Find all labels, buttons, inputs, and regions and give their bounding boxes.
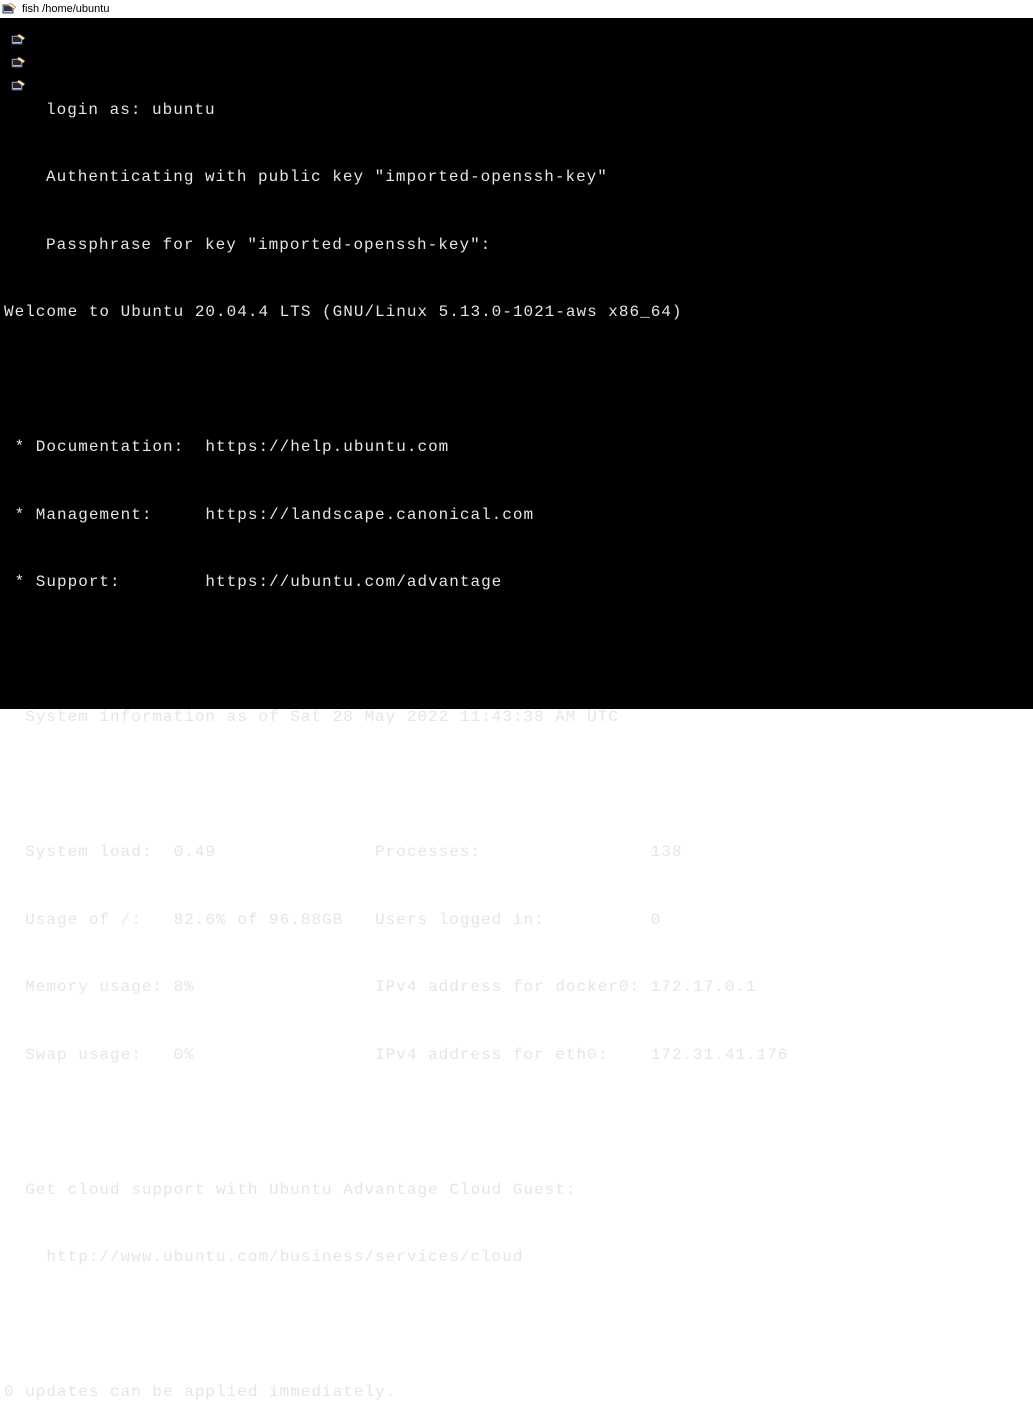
terminal-area[interactable]: login as: ubuntu Authenticating with pub… (0, 19, 1033, 709)
session-icons (10, 32, 28, 94)
window-title: fish /home/ubuntu (22, 3, 109, 15)
putty-icon (2, 1, 18, 17)
cloud-line: Get cloud support with Ubuntu Advantage … (0, 1179, 1033, 1202)
auth-line: Authenticating with public key "imported… (0, 166, 1033, 189)
blank-line (0, 1314, 1033, 1337)
cloud-url: http://www.ubuntu.com/business/services/… (0, 1246, 1033, 1269)
sysinfo-row: System load: 0.49 Processes: 138 (0, 841, 1033, 864)
support-link: * Support: https://ubuntu.com/advantage (0, 571, 1033, 594)
sysinfo-row: Swap usage: 0% IPv4 address for eth0: 17… (0, 1044, 1033, 1067)
computer-icon (10, 32, 28, 48)
window-titlebar: fish /home/ubuntu (0, 0, 1033, 19)
updates-line: 0 updates can be applied immediately. (0, 1381, 1033, 1404)
blank-line (0, 1111, 1033, 1134)
welcome-line: Welcome to Ubuntu 20.04.4 LTS (GNU/Linux… (0, 301, 1033, 324)
sysinfo-row: Usage of /: 82.6% of 96.88GB Users logge… (0, 909, 1033, 932)
sysinfo-row: Memory usage: 8% IPv4 address for docker… (0, 976, 1033, 999)
computer-icon (10, 78, 28, 94)
mgmt-link: * Management: https://landscape.canonica… (0, 504, 1033, 527)
sysinfo-header: System information as of Sat 28 May 2022… (0, 706, 1033, 729)
doc-link: * Documentation: https://help.ubuntu.com (0, 436, 1033, 459)
blank-line (0, 369, 1033, 392)
blank-line (0, 639, 1033, 662)
passphrase-line: Passphrase for key "imported-openssh-key… (0, 234, 1033, 257)
blank-line (0, 774, 1033, 797)
computer-icon (10, 55, 28, 71)
login-prompt: login as: ubuntu (0, 99, 1033, 122)
